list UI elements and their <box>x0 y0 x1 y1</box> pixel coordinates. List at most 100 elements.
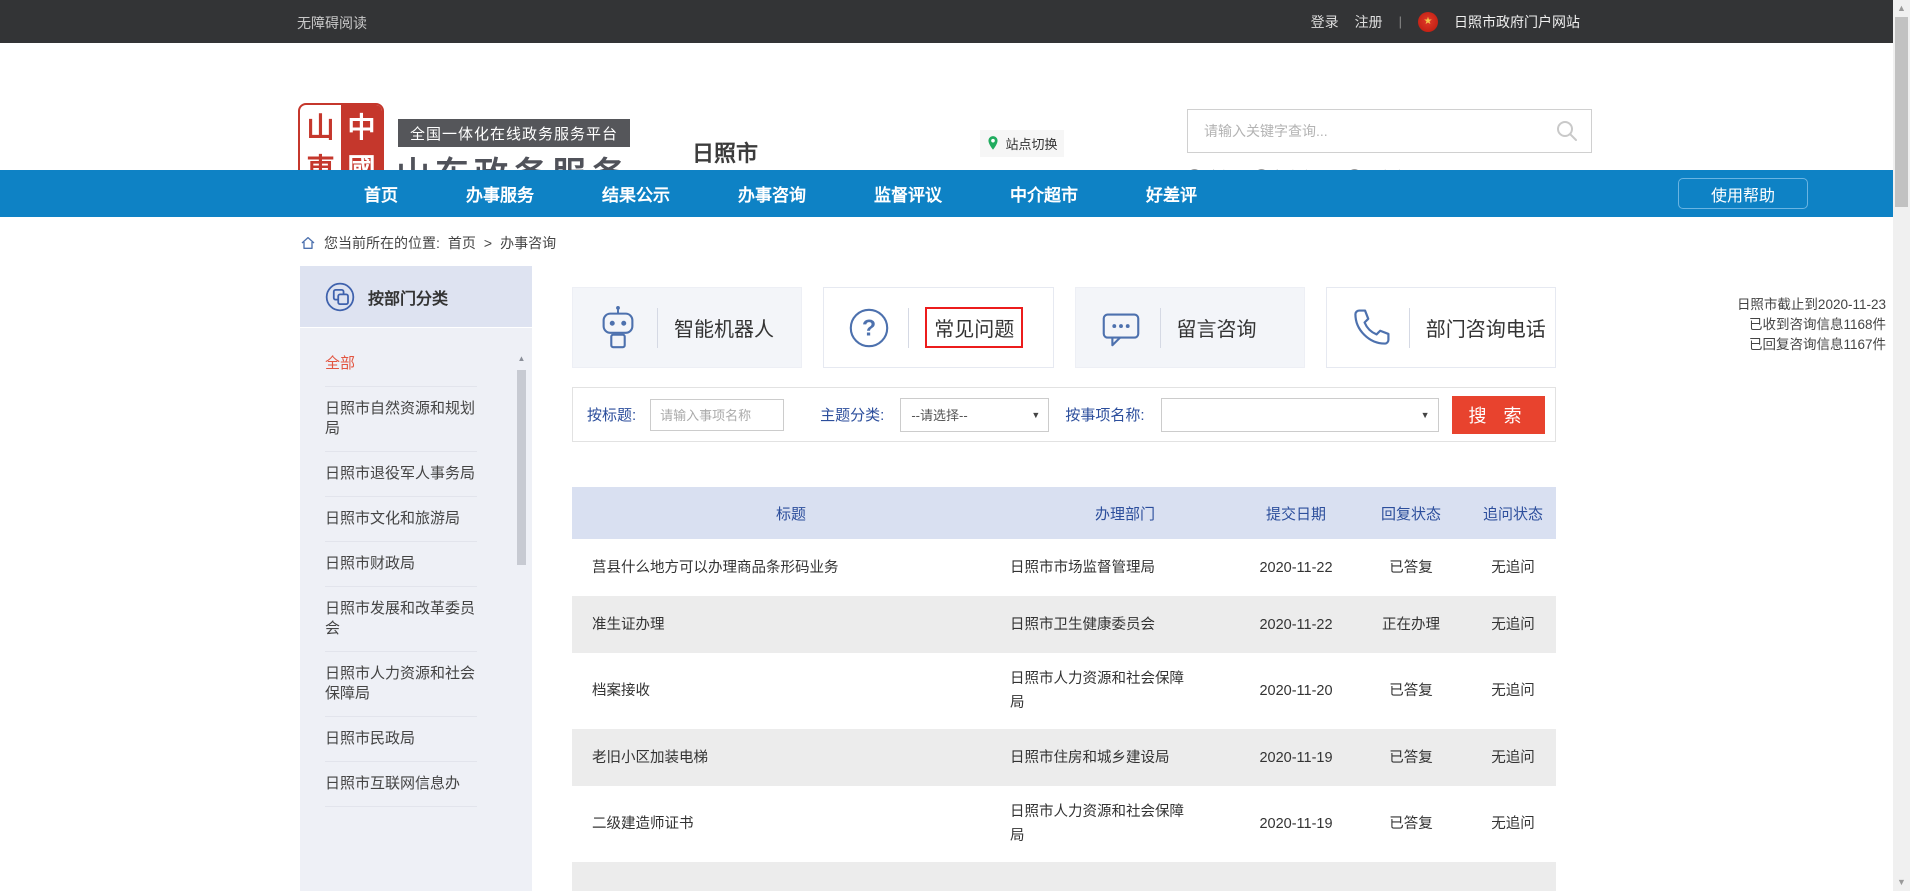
cell-reply-status: 正在办理 <box>1352 613 1470 637</box>
card-divider <box>908 308 909 348</box>
sidebar-title: 按部门分类 <box>368 285 448 309</box>
sidebar-item[interactable]: 全部 <box>325 342 477 387</box>
table-row[interactable]: 莒县什么地方可以办理商品条形码业务 日照市市场监督管理局 2020-11-22 … <box>572 539 1556 596</box>
department-sidebar: 按部门分类 全部 日照市自然资源和规划局 日照市退役军人事务局 日照市文化和旅游… <box>300 266 532 891</box>
nav-item[interactable]: 办事服务 <box>432 170 568 217</box>
page-scrollbar[interactable]: ▲ ▼ <box>1893 0 1910 891</box>
cell-title[interactable]: 档案接收 <box>572 679 1010 703</box>
table-header-cell: 回复状态 <box>1352 503 1470 524</box>
message-icon <box>1098 305 1144 351</box>
cell-title[interactable]: 老旧小区加装电梯 <box>572 746 1010 770</box>
table-row[interactable]: 老旧小区加装电梯 日照市住房和城乡建设局 2020-11-19 已答复 无追问 <box>572 729 1556 786</box>
nav-item[interactable]: 结果公示 <box>568 170 704 217</box>
sidebar-item[interactable]: 日照市财政局 <box>325 542 477 587</box>
sidebar-item[interactable]: 日照市退役军人事务局 <box>325 452 477 497</box>
tab-smart-robot[interactable]: 智能机器人 <box>572 287 802 368</box>
table-header-cell: 办理部门 <box>1010 503 1240 524</box>
city-name: 日照市 <box>692 136 758 168</box>
svg-text:?: ? <box>862 314 876 340</box>
question-icon: ? <box>846 305 892 351</box>
robot-icon <box>595 305 641 351</box>
portal-link[interactable]: 日照市政府门户网站 <box>1454 12 1580 32</box>
title-filter-label: 按标题: <box>587 404 636 425</box>
site-switch-button[interactable]: 站点切换 <box>980 130 1064 157</box>
nav-item[interactable]: 首页 <box>330 170 432 217</box>
sidebar-item[interactable]: 日照市发展和改革委员会 <box>325 587 477 652</box>
tab-message-consult[interactable]: 留言咨询 <box>1075 287 1305 368</box>
category-filter-label: 主题分类: <box>820 404 884 425</box>
cell-reply-status: 已答复 <box>1352 746 1470 770</box>
table-header: 标题 办理部门 提交日期 回复状态 追问状态 <box>572 487 1556 539</box>
help-button[interactable]: 使用帮助 <box>1678 178 1808 209</box>
scroll-up-icon[interactable]: ▲ <box>516 354 527 363</box>
nav-items: 首页 办事服务 结果公示 办事咨询 监督评议 中介超市 好差评 <box>330 170 1231 217</box>
login-link[interactable]: 登录 <box>1311 12 1339 32</box>
cell-title[interactable]: 莒县什么地方可以办理商品条形码业务 <box>572 556 1010 580</box>
category-select[interactable]: --请选择-- ▼ <box>900 398 1049 432</box>
cell-date: 2020-11-22 <box>1240 556 1352 580</box>
cell-date: 2020-11-19 <box>1240 746 1352 770</box>
cell-department: 日照市住房和城乡建设局 <box>1010 746 1240 770</box>
breadcrumb-home[interactable]: 首页 <box>448 233 476 253</box>
topbar-right: 登录 注册 | ★ 日照市政府门户网站 <box>1311 0 1580 43</box>
breadcrumb-current: 办事咨询 <box>500 233 556 253</box>
card-divider <box>1160 308 1161 348</box>
tab-label-highlighted: 常见问题 <box>925 307 1023 348</box>
nav-item[interactable]: 好差评 <box>1112 170 1231 217</box>
stats-line: 已回复咨询信息1167件 <box>1690 335 1886 355</box>
title-filter-input[interactable]: 请输入事项名称 <box>650 399 784 431</box>
tab-label: 部门咨询电话 <box>1426 313 1546 342</box>
tab-department-phone[interactable]: 部门咨询电话 <box>1326 287 1556 368</box>
search-button[interactable]: 搜 索 <box>1452 396 1545 434</box>
register-link[interactable]: 注册 <box>1355 12 1383 32</box>
top-bar: 无障碍阅读 登录 注册 | ★ 日照市政府门户网站 <box>0 0 1910 43</box>
cell-follow-status: 无追问 <box>1470 679 1556 703</box>
home-icon <box>300 235 316 251</box>
scroll-down-icon[interactable]: ▼ <box>1893 877 1910 887</box>
table-header-cell: 追问状态 <box>1470 503 1556 524</box>
cell-follow-status: 无追问 <box>1470 556 1556 580</box>
item-name-select[interactable]: ▼ <box>1161 398 1439 432</box>
page: 无障碍阅读 登录 注册 | ★ 日照市政府门户网站 山 中 東 國 全国一体化在… <box>0 0 1910 891</box>
sidebar-item[interactable]: 日照市文化和旅游局 <box>325 497 477 542</box>
table-row-partial <box>572 862 1556 891</box>
phone-icon <box>1349 306 1393 350</box>
site-switch-label: 站点切换 <box>1005 134 1057 153</box>
nav-item[interactable]: 监督评议 <box>840 170 976 217</box>
cell-date: 2020-11-22 <box>1240 613 1352 637</box>
table-body: 莒县什么地方可以办理商品条形码业务 日照市市场监督管理局 2020-11-22 … <box>572 539 1556 862</box>
consultation-table: 标题 办理部门 提交日期 回复状态 追问状态 莒县什么地方可以办理商品条形码业务… <box>572 487 1556 891</box>
table-header-cell: 标题 <box>572 503 1010 524</box>
platform-badge: 全国一体化在线政务服务平台 <box>398 119 630 147</box>
accessibility-link[interactable]: 无障碍阅读 <box>297 13 367 33</box>
cell-reply-status: 已答复 <box>1352 812 1470 836</box>
page-scrollbar-thumb[interactable] <box>1895 17 1908 207</box>
cell-department: 日照市市场监督管理局 <box>1010 556 1240 580</box>
cell-title[interactable]: 准生证办理 <box>572 613 1010 637</box>
cell-title[interactable]: 二级建造师证书 <box>572 812 1010 836</box>
table-row[interactable]: 准生证办理 日照市卫生健康委员会 2020-11-22 正在办理 无追问 <box>572 596 1556 653</box>
nav-item[interactable]: 中介超市 <box>976 170 1112 217</box>
filter-bar: 按标题: 请输入事项名称 主题分类: --请选择-- ▼ 按事项名称: ▼ 搜 … <box>572 387 1556 442</box>
location-pin-icon <box>986 135 1000 152</box>
tab-faq[interactable]: ? 常见问题 <box>823 287 1053 368</box>
table-row[interactable]: 档案接收 日照市人力资源和社会保障局 2020-11-20 已答复 无追问 <box>572 653 1556 729</box>
sidebar-scrollbar[interactable]: ▲ ▼ <box>516 354 527 891</box>
sidebar-item[interactable]: 日照市互联网信息办 <box>325 762 477 807</box>
keyword-search-input[interactable]: 请输入关键字查询... <box>1187 109 1592 153</box>
sidebar-scrollbar-thumb[interactable] <box>517 370 526 565</box>
topbar-separator: | <box>1399 14 1402 29</box>
sidebar-item[interactable]: 日照市民政局 <box>325 717 477 762</box>
sidebar-item[interactable]: 日照市自然资源和规划局 <box>325 387 477 452</box>
nav-item[interactable]: 办事咨询 <box>704 170 840 217</box>
scroll-up-icon[interactable]: ▲ <box>1893 3 1910 13</box>
sidebar-item[interactable]: 日照市人力资源和社会保障局 <box>325 652 477 717</box>
cell-reply-status: 已答复 <box>1352 679 1470 703</box>
search-icon[interactable] <box>1555 119 1579 143</box>
sidebar-list: 全部 日照市自然资源和规划局 日照市退役军人事务局 日照市文化和旅游局 日照市财… <box>300 328 532 807</box>
chevron-down-icon: ▼ <box>1421 410 1430 420</box>
table-row[interactable]: 二级建造师证书 日照市人力资源和社会保障局 2020-11-19 已答复 无追问 <box>572 786 1556 862</box>
tab-label: 留言咨询 <box>1177 313 1257 342</box>
chevron-down-icon: ▼ <box>1031 410 1040 420</box>
search-placeholder: 请输入关键字查询... <box>1204 121 1555 141</box>
